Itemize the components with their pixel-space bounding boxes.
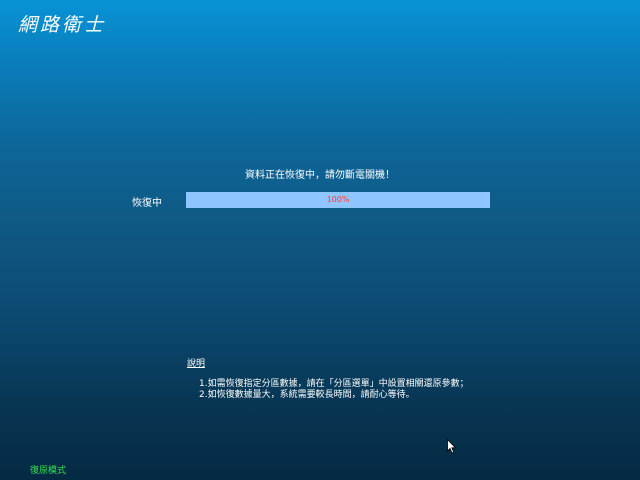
notes-title: 說明 [187, 359, 206, 369]
notes-item: 1.如需恢復指定分區數據，請在「分區選單」中設置相關還原參數； [199, 379, 469, 389]
progress-bar: 100% [186, 192, 490, 208]
restore-mode-label: 復原模式 [30, 466, 67, 476]
notes-item: 2.如恢復數據量大，系統需要較長時間，請耐心等待。 [199, 390, 415, 400]
progress-label: 恢復中 [132, 198, 162, 209]
mouse-cursor-icon [447, 439, 457, 454]
progress-percent-text: 100% [326, 195, 350, 204]
notes-section: 說明 1.如需恢復指定分區數據，請在「分區選單」中設置相關還原參數； 2.如恢復… [187, 356, 469, 401]
notes-list: 1.如需恢復指定分區數據，請在「分區選單」中設置相關還原參數； 2.如恢復數據量… [187, 379, 469, 401]
app-title: 網路衛士 [18, 14, 107, 36]
restore-status-message: 資料正在恢復中，請勿斷電關機！ [245, 170, 395, 181]
